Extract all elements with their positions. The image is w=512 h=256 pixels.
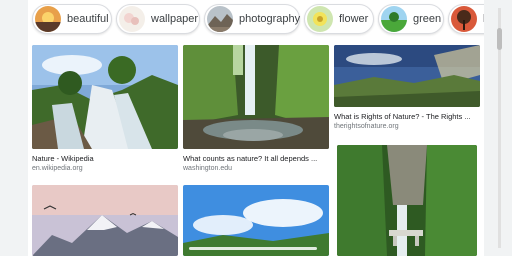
result-card-wikipedia[interactable]: Nature - Wikipedia en.wikipedia.org: [32, 45, 178, 175]
chip-more[interactable]: l: [448, 4, 484, 34]
result-title[interactable]: What counts as nature? It all depends ..…: [183, 154, 317, 163]
chip-photography[interactable]: photography: [204, 4, 300, 34]
chip-beautiful[interactable]: beautiful: [32, 4, 112, 34]
related-search-chips: beautiful wallpaper photography flower g…: [30, 2, 484, 38]
scrollbar-thumb[interactable]: [497, 28, 502, 50]
result-title[interactable]: What is Rights of Nature? - The Rights .…: [334, 112, 471, 121]
chip-green[interactable]: green: [378, 4, 444, 34]
chip-label: green: [413, 13, 442, 25]
result-source: en.wikipedia.org: [32, 165, 83, 172]
chip-label: beautiful: [67, 13, 109, 25]
result-card-sky[interactable]: [183, 185, 329, 256]
result-image[interactable]: [32, 185, 178, 256]
left-gutter: [0, 0, 28, 256]
wallpaper-thumb-icon: [119, 6, 145, 32]
chip-flower[interactable]: flower: [304, 4, 374, 34]
video-progress-bar[interactable]: [189, 247, 317, 250]
result-title[interactable]: Nature - Wikipedia: [32, 154, 94, 163]
chip-wallpaper[interactable]: wallpaper: [116, 4, 200, 34]
result-image[interactable]: [32, 45, 178, 149]
green-thumb-icon: [381, 6, 407, 32]
image-results-page: beautiful wallpaper photography flower g…: [28, 0, 484, 256]
chip-label: wallpaper: [151, 13, 199, 25]
result-image[interactable]: [183, 45, 329, 149]
flower-thumb-icon: [307, 6, 333, 32]
beautiful-thumb-icon: [35, 6, 61, 32]
result-card-washington[interactable]: What counts as nature? It all depends ..…: [183, 45, 329, 175]
result-card-mountains[interactable]: [32, 185, 178, 256]
photography-thumb-icon: [207, 6, 233, 32]
tree-thumb-icon: [451, 6, 477, 32]
result-image[interactable]: [337, 145, 477, 256]
result-source: therightsofnature.org: [334, 123, 399, 130]
result-image[interactable]: [183, 185, 329, 256]
chip-label: flower: [339, 13, 369, 25]
result-source: washington.edu: [183, 165, 233, 172]
result-card-falls[interactable]: [337, 145, 477, 256]
result-card-rightsofnature[interactable]: What is Rights of Nature? - The Rights .…: [334, 45, 480, 135]
chip-label: photography: [239, 13, 301, 25]
scrollbar[interactable]: [484, 0, 512, 256]
result-image[interactable]: [334, 45, 480, 107]
